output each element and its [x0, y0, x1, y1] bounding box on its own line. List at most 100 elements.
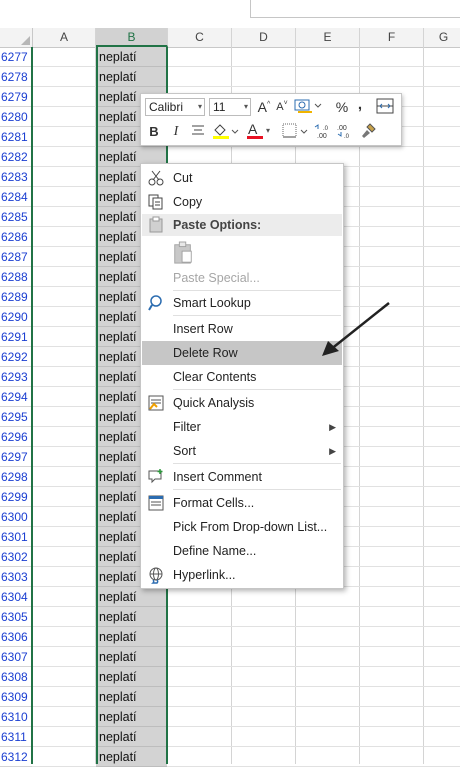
format-cells-icon — [148, 495, 164, 511]
select-all-corner[interactable] — [0, 28, 33, 47]
cell-b[interactable]: neplatí — [96, 67, 167, 87]
row-header[interactable]: 6288 — [0, 267, 32, 287]
menu-item-insert-comment[interactable]: Insert Comment — [142, 465, 342, 489]
merge-center-button[interactable] — [375, 98, 395, 116]
row-header[interactable]: 6312 — [0, 747, 32, 767]
shrink-font-button[interactable]: A˅ — [275, 98, 289, 116]
submenu-arrow-icon: ▶ — [329, 422, 336, 432]
paste-option-button[interactable] — [142, 238, 342, 268]
cell-b[interactable]: neplatí — [96, 727, 167, 747]
row-header[interactable]: 6306 — [0, 627, 32, 647]
row-header[interactable]: 6301 — [0, 527, 32, 547]
row-header[interactable]: 6309 — [0, 687, 32, 707]
row-header[interactable]: 6279 — [0, 87, 32, 107]
menu-item-quick-analysis[interactable]: Quick Analysis — [142, 391, 342, 415]
row-header[interactable]: 6308 — [0, 667, 32, 687]
menu-item-cut[interactable]: Cut — [142, 166, 342, 190]
menu-item-paste-special[interactable]: Paste Special... — [142, 266, 342, 290]
column-header-b[interactable]: B — [96, 28, 168, 47]
row-header[interactable]: 6277 — [0, 47, 32, 67]
menu-item-hyperlink[interactable]: Hyperlink... — [142, 563, 342, 587]
chevron-down-icon: ▾ — [197, 102, 202, 111]
cell-b[interactable]: neplatí — [96, 687, 167, 707]
row-header[interactable]: 6284 — [0, 187, 32, 207]
accounting-format-button[interactable] — [293, 98, 323, 116]
font-color-button[interactable]: A ▾ — [245, 121, 275, 140]
row-header[interactable]: 6293 — [0, 367, 32, 387]
cell-b[interactable]: neplatí — [96, 627, 167, 647]
italic-button[interactable]: I — [169, 123, 183, 141]
row-header[interactable]: 6285 — [0, 207, 32, 227]
smart-lookup-icon — [148, 295, 162, 311]
cell-b[interactable]: neplatí — [96, 47, 167, 67]
row-header[interactable]: 6292 — [0, 347, 32, 367]
row-header[interactable]: 6281 — [0, 127, 32, 147]
menu-item-clear-contents[interactable]: Clear Contents — [142, 365, 342, 389]
fill-bucket-icon — [213, 124, 239, 139]
row-header[interactable]: 6291 — [0, 327, 32, 347]
menu-item-copy[interactable]: Copy — [142, 190, 342, 214]
menu-item-format-cells[interactable]: Format Cells... — [142, 491, 342, 515]
row-header[interactable]: 6310 — [0, 707, 32, 727]
row-header[interactable]: 6297 — [0, 447, 32, 467]
cell-b[interactable]: neplatí — [96, 667, 167, 687]
row-header[interactable]: 6307 — [0, 647, 32, 667]
cell-b[interactable]: neplatí — [96, 607, 167, 627]
column-header-d[interactable]: D — [232, 28, 296, 47]
chevron-down-icon: ▾ — [243, 102, 248, 111]
column-header-g[interactable]: G — [424, 28, 460, 47]
menu-item-filter[interactable]: Filter ▶ — [142, 415, 342, 439]
column-header-c[interactable]: C — [168, 28, 232, 47]
row-header[interactable]: 6286 — [0, 227, 32, 247]
grow-font-button[interactable]: A^ — [256, 98, 272, 116]
row-header[interactable]: 6302 — [0, 547, 32, 567]
center-align-button[interactable] — [189, 123, 207, 141]
row-header[interactable]: 6289 — [0, 287, 32, 307]
menu-item-smart-lookup[interactable]: Smart Lookup — [142, 291, 342, 315]
cell-b[interactable]: neplatí — [96, 647, 167, 667]
row-header[interactable]: 6298 — [0, 467, 32, 487]
row-header[interactable]: 6304 — [0, 587, 32, 607]
row-header[interactable]: 6296 — [0, 427, 32, 447]
row-header[interactable]: 6305 — [0, 607, 32, 627]
cell-b[interactable]: neplatí — [96, 747, 167, 767]
font-name-box[interactable]: Calibri ▾ — [145, 98, 205, 116]
cell-b[interactable]: neplatí — [96, 587, 167, 607]
row-header[interactable]: 6295 — [0, 407, 32, 427]
row-header[interactable]: 6294 — [0, 387, 32, 407]
row-header[interactable]: 6280 — [0, 107, 32, 127]
increase-decimal-button[interactable]: .00 .0 — [313, 122, 333, 140]
menu-item-pick-from-dropdown[interactable]: Pick From Drop-down List... — [142, 515, 342, 539]
font-name-value: Calibri — [149, 100, 184, 114]
menu-item-delete-row[interactable]: Delete Row — [142, 341, 342, 365]
borders-button[interactable] — [280, 122, 310, 140]
column-header-a[interactable]: A — [33, 28, 96, 47]
format-painter-button[interactable] — [359, 122, 379, 140]
row-header[interactable]: 6300 — [0, 507, 32, 527]
row-header[interactable]: 6303 — [0, 567, 32, 587]
percent-style-button[interactable]: % — [334, 98, 350, 116]
align-center-icon — [192, 125, 204, 135]
hyperlink-icon — [149, 567, 163, 584]
row-header[interactable]: 6299 — [0, 487, 32, 507]
menu-item-insert-row[interactable]: Insert Row — [142, 317, 342, 341]
menu-item-sort[interactable]: Sort ▶ — [142, 439, 342, 463]
font-size-box[interactable]: 11 ▾ — [209, 98, 251, 116]
row-header[interactable]: 6282 — [0, 147, 32, 167]
decrease-decimal-button[interactable]: .00 .0 — [335, 122, 355, 140]
menu-item-label: Define Name... — [173, 544, 257, 558]
column-header-e[interactable]: E — [296, 28, 360, 47]
comma-style-button[interactable]: , — [354, 96, 366, 114]
fill-color-button[interactable] — [210, 122, 240, 140]
row-header[interactable]: 6311 — [0, 727, 32, 747]
bold-button[interactable]: B — [147, 123, 161, 141]
row-header[interactable]: 6283 — [0, 167, 32, 187]
row-header[interactable]: 6278 — [0, 67, 32, 87]
menu-item-label: Quick Analysis — [173, 396, 255, 410]
formula-bar-input[interactable] — [250, 0, 460, 18]
cell-b[interactable]: neplatí — [96, 707, 167, 727]
menu-item-define-name[interactable]: Define Name... — [142, 539, 342, 563]
row-header[interactable]: 6287 — [0, 247, 32, 267]
column-header-f[interactable]: F — [360, 28, 424, 47]
row-header[interactable]: 6290 — [0, 307, 32, 327]
